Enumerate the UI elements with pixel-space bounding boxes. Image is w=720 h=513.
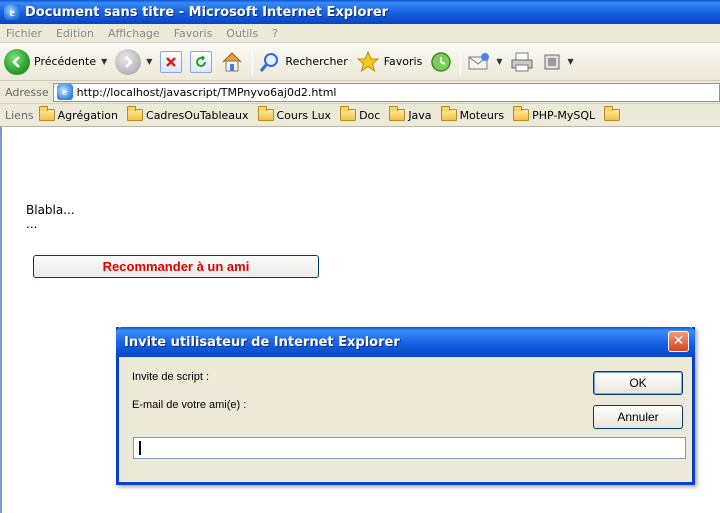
- menu-help[interactable]: ?: [272, 27, 278, 40]
- mail-button[interactable]: ▼: [467, 52, 502, 72]
- folder-icon: [513, 106, 530, 121]
- link-more[interactable]: [604, 106, 623, 121]
- history-button[interactable]: [430, 51, 452, 73]
- link-label: Agrégation: [57, 108, 119, 122]
- link-php-mysql[interactable]: PHP-MySQL: [513, 106, 596, 122]
- ok-button[interactable]: OK: [593, 371, 683, 395]
- text-caret: [139, 441, 141, 455]
- star-icon: [356, 50, 380, 72]
- window-titlebar: e Document sans titre - Microsoft Intern…: [0, 0, 720, 24]
- link-label: PHP-MySQL: [532, 108, 596, 122]
- address-bar: Adresse e http://localhost/javascript/TM…: [0, 81, 720, 104]
- dialog-titlebar: Invite utilisateur de Internet Explorer …: [116, 327, 695, 357]
- forward-arrow-icon: [115, 48, 142, 75]
- address-field[interactable]: e http://localhost/javascript/TMPnyvo6aj…: [52, 82, 720, 102]
- print-button[interactable]: [510, 51, 534, 73]
- cancel-button[interactable]: Annuler: [593, 405, 683, 429]
- refresh-icon: [190, 50, 213, 73]
- folder-icon: [340, 106, 357, 121]
- ie-logo-icon: e: [4, 4, 20, 20]
- menu-file[interactable]: Fichier: [6, 27, 42, 40]
- search-label: Rechercher: [285, 55, 348, 68]
- menu-edit[interactable]: Edition: [56, 27, 94, 40]
- favorites-label: Favoris: [383, 55, 423, 68]
- link-label: CadresOuTableaux: [146, 108, 249, 122]
- link-label: Doc: [359, 108, 381, 122]
- links-label: Liens: [5, 108, 34, 122]
- stop-icon: [160, 50, 183, 73]
- chevron-down-icon[interactable]: ▼: [101, 57, 107, 66]
- stop-button[interactable]: [160, 50, 183, 73]
- folder-icon: [604, 106, 621, 121]
- page-icon: e: [56, 84, 73, 100]
- prompt-dialog: Invite utilisateur de Internet Explorer …: [116, 327, 695, 485]
- printer-icon: [511, 52, 533, 71]
- link-java[interactable]: Java: [389, 106, 432, 122]
- body-text: Blabla... ...: [26, 203, 75, 231]
- forward-button[interactable]: ▼: [115, 48, 152, 75]
- dialog-title: Invite utilisateur de Internet Explorer: [124, 334, 400, 350]
- prompt-input-field[interactable]: [133, 437, 686, 459]
- menu-favorites[interactable]: Favoris: [174, 27, 213, 40]
- prompt-input[interactable]: [137, 439, 685, 457]
- home-button[interactable]: [220, 50, 244, 74]
- back-button[interactable]: Précédente ▼: [4, 48, 107, 75]
- menu-tools[interactable]: Outils: [226, 27, 258, 40]
- window-title: Document sans titre - Microsoft Internet…: [25, 4, 389, 20]
- menu-bar: Fichier Edition Affichage Favoris Outils…: [0, 24, 720, 43]
- link-doc[interactable]: Doc: [340, 106, 381, 122]
- home-icon: [223, 51, 242, 71]
- link-cours-lux[interactable]: Cours Lux: [257, 106, 332, 122]
- favorites-button[interactable]: Favoris: [356, 50, 423, 74]
- chevron-down-icon[interactable]: ▼: [567, 57, 573, 66]
- links-bar: Liens Agrégation CadresOuTableaux Cours …: [0, 104, 720, 127]
- history-icon: [431, 51, 452, 72]
- chevron-down-icon[interactable]: ▼: [146, 57, 152, 66]
- close-icon[interactable]: ✕: [668, 331, 689, 352]
- address-label: Adresse: [5, 85, 49, 99]
- search-icon: [260, 52, 279, 72]
- link-cadres-ou-tableaux[interactable]: CadresOuTableaux: [127, 106, 249, 122]
- folder-icon: [389, 106, 406, 121]
- mail-icon: [468, 52, 490, 69]
- script-prompt-label: Invite de script :: [132, 371, 210, 383]
- link-agregation[interactable]: Agrégation: [38, 106, 119, 122]
- email-prompt-label: E-mail de votre ami(e) :: [132, 399, 247, 411]
- body-text-line: ...: [26, 217, 38, 231]
- refresh-button[interactable]: [190, 50, 213, 73]
- folder-icon: [257, 106, 274, 121]
- toolbar-separator: [252, 48, 254, 75]
- link-moteurs[interactable]: Moteurs: [440, 106, 505, 122]
- back-label: Précédente: [34, 55, 97, 68]
- link-label: Moteurs: [459, 108, 505, 122]
- recommend-to-friend-button[interactable]: Recommander à un ami: [33, 255, 319, 278]
- address-url[interactable]: http://localhost/javascript/TMPnyvo6aj0d…: [77, 86, 337, 99]
- edit-page-icon: [544, 54, 560, 69]
- folder-icon: [440, 106, 457, 121]
- chevron-down-icon[interactable]: ▼: [496, 57, 502, 66]
- back-arrow-icon: [4, 48, 30, 75]
- toolbar-separator: [460, 48, 462, 75]
- link-label: Java: [408, 108, 432, 122]
- search-button[interactable]: Rechercher: [259, 51, 348, 73]
- edit-button[interactable]: ▼: [542, 52, 574, 72]
- folder-icon: [127, 106, 144, 121]
- standard-toolbar: Précédente ▼ ▼ Rechercher Favoris ▼ ▼: [0, 43, 720, 81]
- menu-view[interactable]: Affichage: [108, 27, 160, 40]
- link-label: Cours Lux: [276, 108, 332, 122]
- folder-icon: [38, 106, 55, 121]
- body-text-line: Blabla...: [26, 203, 75, 217]
